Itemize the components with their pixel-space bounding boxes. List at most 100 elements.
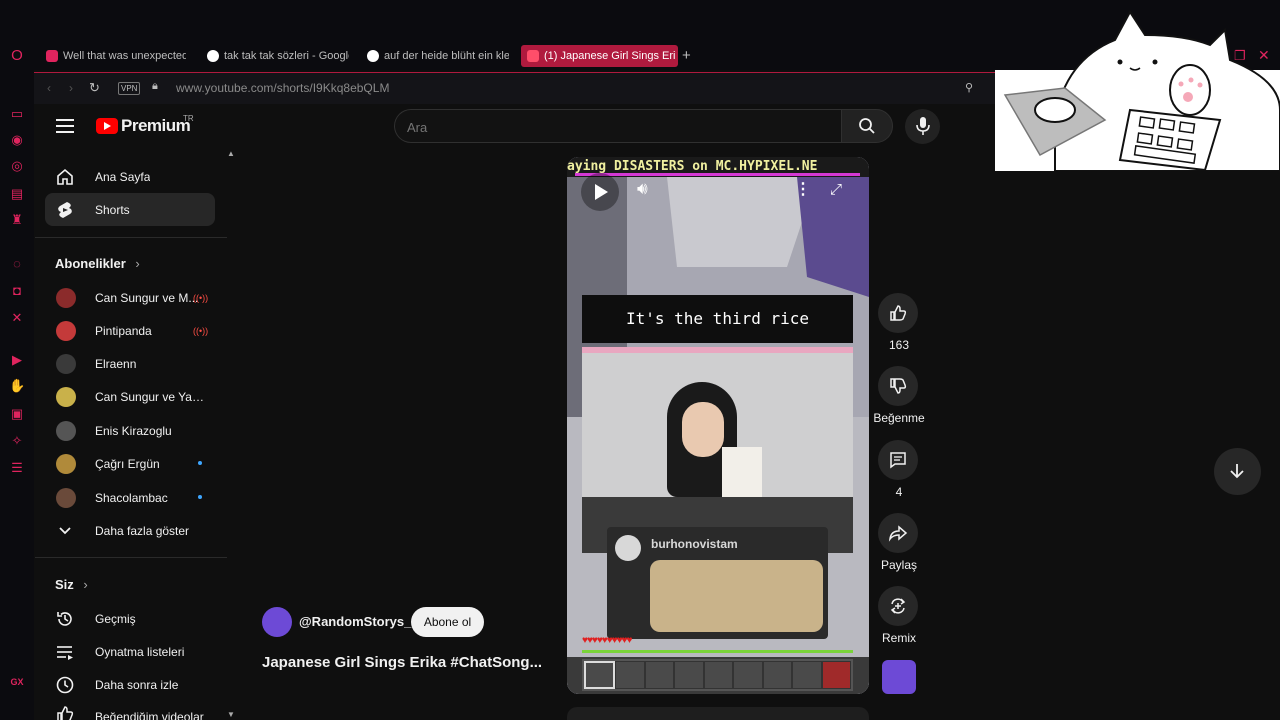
vpn-badge[interactable]: VPN <box>118 82 141 95</box>
premium-logo-text[interactable]: Premium <box>121 116 191 136</box>
sidebar-item-home[interactable]: Ana Sayfa <box>45 160 215 193</box>
google-favicon-icon <box>367 50 379 62</box>
subscriptions-heading-label: Abonelikler <box>55 256 126 271</box>
youtube-favicon-icon <box>527 50 539 62</box>
subscription-name: Enis Kirazoglu <box>95 423 172 438</box>
search-input[interactable] <box>407 118 807 136</box>
sidebar-item-watch-later[interactable]: Daha sonra izle <box>45 668 215 701</box>
sidebar-item-label: Oynatma listeleri <box>95 644 185 659</box>
flow-icon[interactable]: ✧ <box>9 433 25 449</box>
volume-icon[interactable]: 🔊︎ <box>637 179 648 199</box>
tab-4-active[interactable]: (1) Japanese Girl Sings Eri <box>521 45 678 67</box>
avatar <box>56 386 76 407</box>
playlist-icon <box>57 645 73 660</box>
hand-icon[interactable]: ✋ <box>9 378 25 394</box>
fullscreen-icon[interactable]: ⤢ <box>830 181 842 198</box>
clock-icon <box>56 676 74 693</box>
video-title[interactable]: Japanese Girl Sings Erika #ChatSong... <box>262 654 542 671</box>
play-button[interactable] <box>581 173 619 211</box>
remix-button[interactable] <box>878 586 918 626</box>
sound-thumbnail[interactable] <box>882 660 916 694</box>
player-icon[interactable]: ▶ <box>9 352 25 368</box>
remix-label: Remix <box>881 631 916 645</box>
subscribe-button[interactable]: Abone ol <box>411 607 484 637</box>
chevron-right-icon: › <box>135 256 140 271</box>
lock-icon[interactable]: 🔒︎ <box>152 80 158 93</box>
tab-title: auf der heide blüht ein kle <box>384 50 509 62</box>
sidebar-subscription[interactable]: Can Sungur ve M... ((•)) <box>45 281 215 314</box>
share-button[interactable] <box>878 513 918 553</box>
news-icon[interactable]: ▤ <box>9 186 25 202</box>
sidebar-scroll-up-icon[interactable]: ▲ <box>227 149 235 158</box>
voice-search-button[interactable] <box>905 109 940 144</box>
sidebar-subscription[interactable]: Çağrı Ergün <box>45 447 215 480</box>
comment-card: burhonovistam <box>607 527 828 639</box>
back-icon[interactable]: ‹ <box>47 81 51 95</box>
sidebar-subscription[interactable]: Pintipanda ((•)) <box>45 314 215 347</box>
sidebar-scroll-down-icon[interactable]: ▼ <box>227 710 235 719</box>
avatar <box>56 320 76 341</box>
avatar <box>56 420 76 441</box>
sidebar-item-liked[interactable]: Beğendiğim videolar <box>45 702 215 720</box>
channel-avatar[interactable] <box>262 607 292 637</box>
settings-icon[interactable]: ☰ <box>9 460 25 476</box>
extensions-icon[interactable]: ▣ <box>9 406 25 422</box>
sidebar-item-label: Beğendiğim videolar <box>95 710 204 720</box>
new-content-dot <box>198 495 202 499</box>
google-favicon-icon <box>207 50 219 62</box>
dislike-button[interactable] <box>878 366 918 406</box>
sidebar-subscription[interactable]: Shacolambac <box>45 481 215 514</box>
new-tab-icon[interactable]: + <box>682 47 691 64</box>
url-field[interactable]: www.youtube.com/shorts/I9Kkq8ebQLM <box>176 81 389 95</box>
x-icon[interactable]: ✕ <box>9 310 25 326</box>
pin-icon[interactable]: ⚲ <box>965 81 973 94</box>
sidebar-item-label: Daha sonra izle <box>95 677 179 692</box>
next-short-preview[interactable] <box>567 707 869 720</box>
instagram-icon[interactable]: ◘ <box>9 283 25 299</box>
speed-icon[interactable]: ◉ <box>9 132 25 148</box>
sidebar-divider <box>35 557 227 558</box>
search-button[interactable] <box>841 109 893 143</box>
more-options-icon[interactable]: ⋮ <box>795 179 811 199</box>
like-count: 163 <box>888 338 910 352</box>
comments-button[interactable] <box>878 440 918 480</box>
tab-3[interactable]: auf der heide blüht ein kle <box>367 45 509 67</box>
sidebar-item-history[interactable]: Geçmiş <box>45 602 215 635</box>
shorts-video-player[interactable]: aying DISASTERS on MC.HYPIXEL.NE 🔊︎ ⋮ ⤢ … <box>567 157 869 694</box>
gaming-icon[interactable]: ▭ <box>9 106 25 122</box>
sidebar-subscription[interactable]: Enis Kirazoglu <box>45 414 215 447</box>
sidebar-subscription[interactable]: Can Sungur ve Yakı... <box>45 380 215 413</box>
sidebar-item-label: Shorts <box>95 202 130 217</box>
tab-2[interactable]: tak tak tak sözleri - Google <box>207 45 349 67</box>
menu-icon[interactable] <box>56 119 74 133</box>
xp-bar <box>582 650 853 653</box>
share-icon <box>888 525 908 542</box>
comment-icon <box>890 452 906 469</box>
sidebar-item-playlists[interactable]: Oynatma listeleri <box>45 635 215 668</box>
twitch-icon[interactable]: ◎ <box>9 158 25 174</box>
next-video-button[interactable] <box>1214 448 1261 495</box>
store-icon[interactable]: ♜ <box>9 212 25 228</box>
sidebar-subscription[interactable]: Elraenn <box>45 347 215 380</box>
tab-1[interactable]: Well that was unexpected <box>46 45 186 67</box>
sidebar-item-label: Ana Sayfa <box>95 169 151 184</box>
comment-image <box>650 560 823 632</box>
you-heading[interactable]: Siz › <box>55 577 88 592</box>
sidebar-item-shorts[interactable]: Shorts <box>45 193 215 226</box>
shorts-icon <box>58 201 72 218</box>
bongo-cat-overlay <box>995 0 1280 171</box>
channel-name[interactable]: @RandomStorys_ <box>299 614 411 629</box>
forward-icon[interactable]: › <box>69 81 73 95</box>
bongo-cat-icon <box>995 10 1280 171</box>
youtube-logo-icon[interactable] <box>96 118 118 134</box>
whatsapp-icon[interactable]: ◌ <box>9 256 25 272</box>
subscriptions-heading[interactable]: Abonelikler › <box>55 256 140 271</box>
thumbs-down-icon <box>890 378 907 394</box>
like-button[interactable] <box>878 293 918 333</box>
opera-logo-icon[interactable]: O <box>9 48 25 64</box>
youtube-favicon-icon <box>46 50 58 62</box>
show-more-button[interactable]: Daha fazla göster <box>45 514 215 547</box>
subscription-name: Pintipanda <box>95 323 152 338</box>
share-label: Paylaş <box>880 558 918 572</box>
reload-icon[interactable]: ↻ <box>89 80 100 96</box>
